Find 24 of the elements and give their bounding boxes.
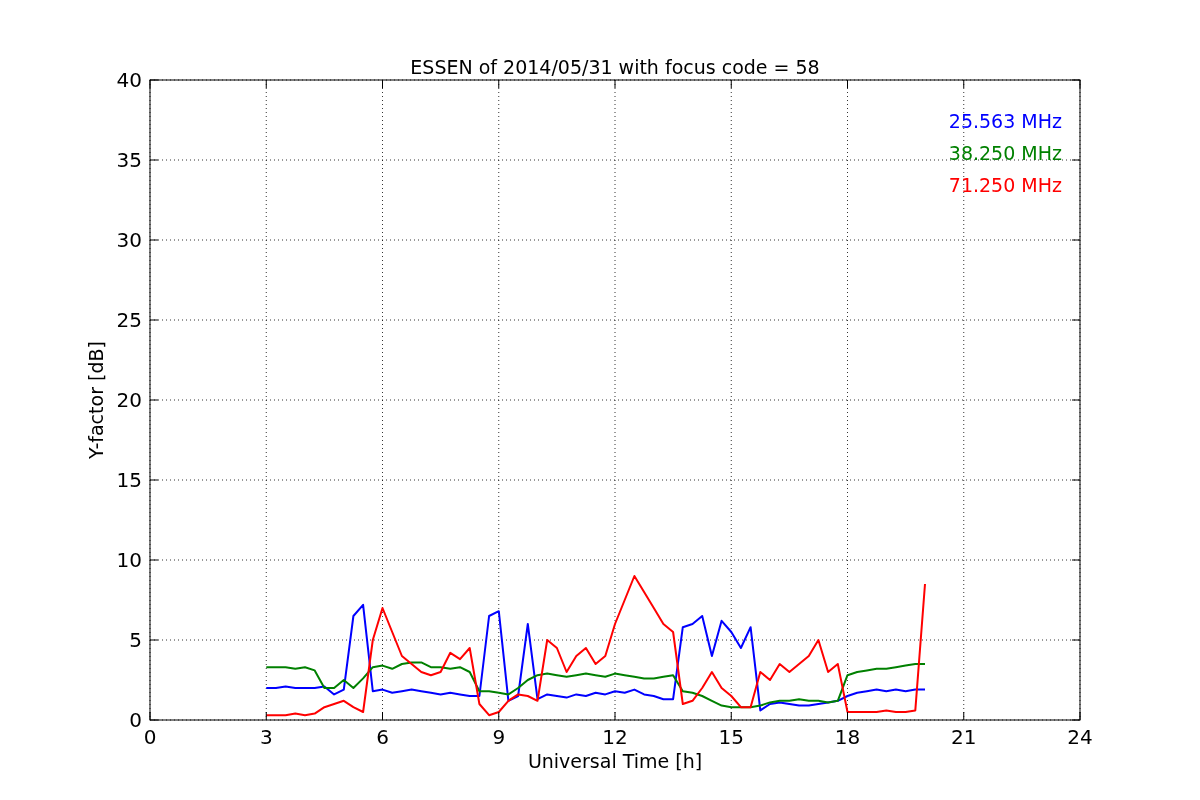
chart-title: ESSEN of 2014/05/31 with focus code = 58 xyxy=(410,56,820,78)
tick-label: 10 xyxy=(116,548,142,572)
axis-label: Universal Time [h] xyxy=(527,750,703,772)
tick-label: 35 xyxy=(116,148,142,172)
tick-label: 9 xyxy=(492,725,506,749)
tick-label: 0 xyxy=(143,725,157,749)
tick-label: 24 xyxy=(1067,725,1093,749)
tick-label: 0 xyxy=(129,708,142,732)
axis-label: Y-factor [dB] xyxy=(85,341,107,459)
tick-label: 15 xyxy=(718,725,744,749)
tick-label: 12 xyxy=(602,725,628,749)
legend-label: 25.563 MHz xyxy=(948,110,1062,132)
tick-label: 6 xyxy=(376,725,389,749)
tick-label: 30 xyxy=(116,228,142,252)
tick-label: 25 xyxy=(116,308,142,332)
legend-label: 71.250 MHz xyxy=(948,174,1062,196)
tick-label: 20 xyxy=(116,388,142,412)
tick-label: 15 xyxy=(116,468,142,492)
tick-label: 40 xyxy=(116,68,142,92)
tick-label: 5 xyxy=(129,628,142,652)
tick-label: 18 xyxy=(834,725,861,749)
tick-label: 3 xyxy=(259,725,273,749)
legend-label: 38.250 MHz xyxy=(948,142,1062,164)
tick-label: 21 xyxy=(951,725,977,749)
